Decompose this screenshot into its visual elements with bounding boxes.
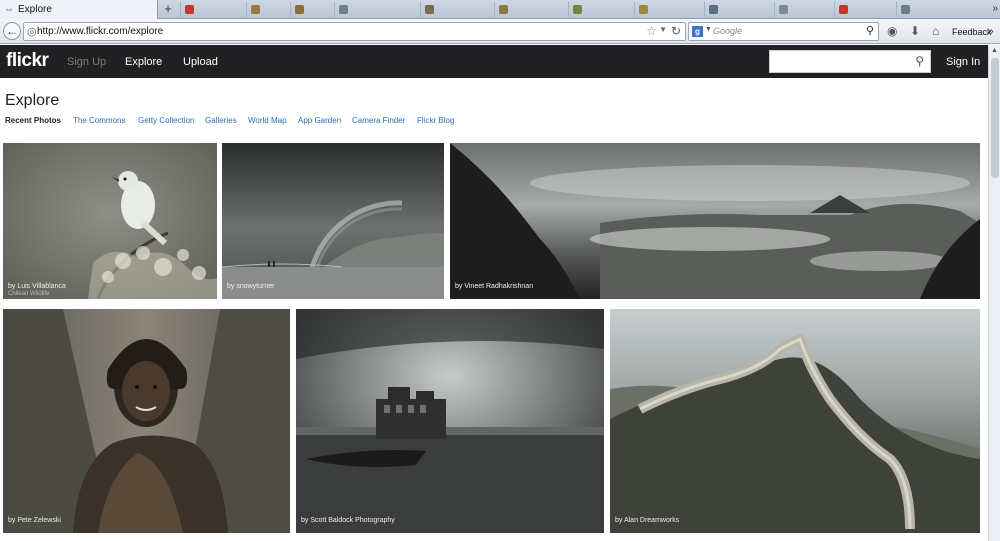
tab-favicon-icon — [339, 5, 348, 14]
explore-link[interactable]: Explore — [125, 56, 162, 68]
home-icon[interactable]: ⌂ — [932, 24, 939, 38]
background-tab[interactable] — [774, 2, 832, 17]
photo-caption[interactable]: by snowyturner — [227, 283, 274, 290]
flickr-logo[interactable]: flickr — [6, 50, 49, 72]
addon-icon[interactable]: ◉ — [887, 24, 897, 38]
upload-link[interactable]: Upload — [183, 56, 218, 68]
flickr-search-input[interactable]: ⚲ — [769, 50, 931, 73]
page-title: Explore — [5, 92, 60, 109]
tab-favicon-icon — [709, 5, 718, 14]
signin-link[interactable]: Sign In — [946, 56, 980, 68]
scroll-up-arrow-icon[interactable]: ▲ — [991, 47, 998, 54]
feedback-button[interactable]: Feedback — [952, 27, 992, 37]
tab-camera-finder[interactable]: Camera Finder — [352, 116, 405, 125]
background-tab[interactable] — [634, 2, 702, 17]
bookmark-star-icon[interactable]: ☆ — [646, 24, 657, 38]
url-bar[interactable]: ◎ http://www.flickr.com/explore ☆ ▼ ↻ — [23, 22, 686, 41]
tab-favicon-icon — [839, 5, 848, 14]
bird-photo-image — [3, 143, 217, 299]
flickr-tab-icon: ⇔ — [4, 4, 14, 15]
tab-scroll-icon[interactable]: » — [992, 3, 998, 14]
photo-ruin[interactable]: by Scott Baldock Photography — [296, 309, 604, 533]
background-tab[interactable] — [494, 2, 566, 17]
background-tab[interactable] — [568, 2, 632, 17]
background-tab[interactable] — [290, 2, 332, 17]
photo-caption-sub: Chilean Wildlife — [8, 291, 50, 297]
reload-icon[interactable]: ↻ — [671, 24, 681, 38]
photo-portrait[interactable]: by Pete Zelewski — [3, 309, 290, 533]
tab-favicon-icon — [251, 5, 260, 14]
tab-favicon-icon — [639, 5, 648, 14]
back-arrow-icon: ← — [6, 24, 18, 38]
browser-search-bar[interactable]: g ▼ Google ⚲ — [688, 22, 879, 41]
back-button[interactable]: ← — [3, 22, 21, 40]
photo-great-wall[interactable]: by Alan Dreamworks — [610, 309, 980, 533]
photo-volcano[interactable]: by Vineet Radhakrishnan — [450, 143, 980, 299]
signup-link[interactable]: Sign Up — [67, 56, 106, 68]
url-text[interactable]: http://www.flickr.com/explore — [37, 23, 163, 40]
toolbar-overflow-icon[interactable]: » — [988, 26, 994, 37]
tab-getty-collection[interactable]: Getty Collection — [138, 116, 194, 125]
flickr-header: flickr Sign Up Explore Upload ⚲ Sign In — [0, 45, 988, 78]
navigation-toolbar: ← ◎ http://www.flickr.com/explore ☆ ▼ ↻ … — [0, 19, 1000, 44]
ruin-photo-image — [296, 309, 604, 533]
volcano-photo-image — [450, 143, 980, 299]
google-engine-icon[interactable]: g — [692, 26, 703, 37]
tab-favicon-icon — [901, 5, 910, 14]
great-wall-photo-image — [610, 309, 980, 533]
photo-caption[interactable]: by Luis Villablanca — [8, 283, 66, 290]
rainbow-photo-image — [222, 143, 444, 299]
search-icon[interactable]: ⚲ — [866, 24, 874, 37]
background-tab[interactable] — [420, 2, 492, 17]
new-tab-button[interactable]: + — [161, 2, 175, 16]
engine-dropdown-icon[interactable]: ▼ — [705, 26, 712, 33]
portrait-photo-image — [3, 309, 290, 533]
tab-strip: ⇔ Explore + » — [0, 0, 1000, 19]
url-dropdown-icon[interactable]: ▼ — [659, 25, 667, 34]
search-icon[interactable]: ⚲ — [915, 54, 924, 68]
globe-icon: ◎ — [27, 26, 37, 38]
tab-flickr-blog[interactable]: Flickr Blog — [417, 116, 454, 125]
tab-galleries[interactable]: Galleries — [205, 116, 237, 125]
tab-explore[interactable]: ⇔ Explore — [0, 0, 158, 19]
tab-favicon-icon — [779, 5, 788, 14]
tab-world-map[interactable]: World Map — [248, 116, 287, 125]
background-tab[interactable] — [896, 2, 974, 17]
photo-bird[interactable]: by Luis Villablanca Chilean Wildlife — [3, 143, 217, 299]
photo-caption[interactable]: by Scott Baldock Photography — [301, 517, 395, 524]
page-viewport: flickr Sign Up Explore Upload ⚲ Sign In … — [0, 45, 988, 541]
background-tab[interactable] — [704, 2, 772, 17]
tab-app-garden[interactable]: App Garden — [298, 116, 341, 125]
background-tab[interactable] — [334, 2, 418, 17]
photo-caption[interactable]: by Pete Zelewski — [8, 517, 61, 524]
scrollbar-thumb[interactable] — [991, 58, 999, 178]
tab-favicon-icon — [295, 5, 304, 14]
vertical-scrollbar[interactable]: ▲ — [988, 45, 1000, 541]
tab-favicon-icon — [573, 5, 582, 14]
photo-rainbow[interactable]: by snowyturner — [222, 143, 444, 299]
tab-the-commons[interactable]: The Commons — [73, 116, 125, 125]
download-icon[interactable]: ⬇ — [910, 24, 920, 38]
photo-caption[interactable]: by Alan Dreamworks — [615, 517, 679, 524]
background-tab[interactable] — [834, 2, 894, 17]
photo-caption[interactable]: by Vineet Radhakrishnan — [455, 283, 533, 290]
tab-favicon-icon — [425, 5, 434, 14]
tab-label: Explore — [18, 4, 52, 15]
search-placeholder[interactable]: Google — [713, 23, 742, 40]
background-tab[interactable] — [180, 2, 244, 17]
background-tab[interactable] — [246, 2, 288, 17]
tab-recent-photos[interactable]: Recent Photos — [5, 116, 61, 125]
tab-favicon-icon — [185, 5, 194, 14]
tab-favicon-icon — [499, 5, 508, 14]
